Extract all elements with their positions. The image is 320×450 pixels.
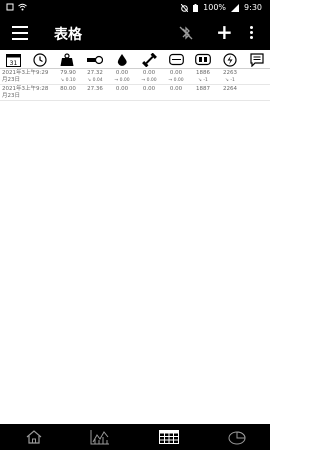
delta-bodyfat-value: -1: [203, 78, 208, 83]
nav-chart[interactable]: [88, 428, 112, 446]
cell-bodyfat: 1886: [196, 70, 210, 76]
status-right: 100% 9:30: [181, 3, 262, 12]
bottom-navigation: [0, 424, 270, 450]
status-left: [6, 3, 27, 11]
delta-muscle-value: 0.00: [146, 78, 157, 83]
cell-muscle: 0.00: [142, 70, 156, 76]
page-title: 表格: [54, 27, 82, 43]
home-icon: [26, 430, 42, 444]
body-fat-icon: [194, 51, 212, 68]
delta-bmi-value: 0.04: [92, 78, 103, 83]
menu-icon[interactable]: [12, 26, 28, 40]
weight-icon: [58, 51, 76, 68]
line-chart-icon: [90, 430, 109, 445]
delta-down-arrow-icon: ↘: [198, 78, 202, 83]
clock: 9:30: [244, 3, 262, 12]
battery-icon: [193, 3, 199, 12]
delta-flat-arrow-icon: →: [114, 78, 119, 83]
table-row[interactable]: 2021年3上午9:28 月23日 80.00 27.36 0.00 0.00 …: [0, 85, 270, 101]
cell-metabolism: 2263: [223, 70, 237, 76]
delta-water-value: 0.00: [119, 78, 130, 83]
column-icon-header: 31: [0, 51, 270, 68]
alarm-off-icon: [181, 3, 189, 12]
delta-bone-value: 0.00: [173, 78, 184, 83]
delta-weight-value: 0.10: [65, 78, 76, 83]
delta-weight: ↘ 0.10: [55, 78, 81, 83]
cell-metabolism: 2264: [223, 86, 237, 92]
delta-water: → 0.00: [109, 78, 135, 83]
cell-water: 0.00: [115, 86, 129, 92]
delta-flat-arrow-icon: →: [168, 78, 173, 83]
delta-metabolism-value: -1: [230, 78, 235, 83]
delta-down-arrow-icon: ↘: [87, 78, 92, 83]
more-options-icon[interactable]: [250, 26, 254, 41]
bluetooth-disabled-icon[interactable]: [178, 25, 194, 41]
cell-bone: 0.00: [169, 70, 183, 76]
calendar-icon: 31: [4, 51, 22, 68]
cell-bone: 0.00: [169, 86, 183, 92]
delta-down-arrow-icon: ↘: [225, 78, 229, 83]
delta-metabolism: ↘ -1: [217, 78, 243, 83]
add-button[interactable]: +: [216, 20, 233, 44]
delta-muscle: → 0.00: [136, 78, 162, 83]
tape-measure-icon: [86, 51, 104, 68]
delta-up-arrow-icon: ↘: [60, 78, 65, 83]
wifi-icon: [18, 3, 27, 11]
note-icon: [248, 51, 266, 68]
row-timestamp: 2021年3上午9:29 月23日: [2, 70, 49, 83]
delta-bone: → 0.00: [163, 78, 189, 83]
cell-weight: 80.00: [60, 86, 76, 92]
svg-text:31: 31: [9, 60, 17, 67]
row-divider: [0, 100, 270, 101]
cell-bodyfat: 1887: [196, 86, 210, 92]
notification-icon: [6, 3, 14, 11]
clock-icon: [31, 51, 49, 68]
cell-muscle: 0.00: [142, 86, 156, 92]
water-drop-icon: [113, 51, 131, 68]
row-timestamp: 2021年3上午9:28 月23日: [2, 86, 49, 99]
cell-bmi: 27.32: [87, 70, 103, 76]
delta-bmi: ↘ 0.04: [82, 78, 108, 83]
nav-table[interactable]: [157, 428, 181, 446]
nav-home[interactable]: [22, 428, 46, 446]
nav-statistics[interactable]: [225, 428, 249, 446]
dumbbell-icon: [140, 51, 158, 68]
delta-bodyfat: ↘ -1: [190, 78, 216, 83]
cell-water: 0.00: [115, 70, 129, 76]
status-bar: 100% 9:30: [0, 0, 270, 17]
delta-flat-arrow-icon: →: [141, 78, 146, 83]
app-bar: 表格 +: [0, 17, 270, 50]
cell-bmi: 27.36: [87, 86, 103, 92]
battery-level: 100%: [203, 3, 227, 12]
cell-weight: 79.90: [60, 70, 76, 76]
table-row[interactable]: 2021年3上午9:29 月23日 79.90 ↘ 0.10 27.32 ↘ 0…: [0, 69, 270, 85]
scale-icon: [167, 51, 185, 68]
signal-icon: [231, 3, 240, 12]
metabolism-icon: [221, 51, 239, 68]
table-icon: [159, 430, 179, 444]
pie-chart-icon: [228, 431, 246, 445]
